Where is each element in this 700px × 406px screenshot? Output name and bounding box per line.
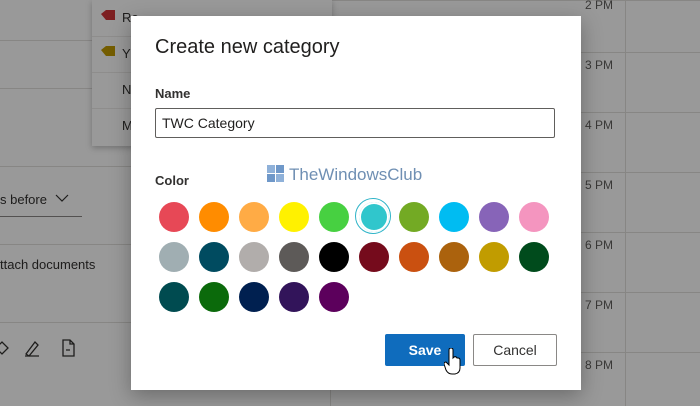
color-swatch[interactable] (239, 282, 269, 312)
color-swatch[interactable] (319, 282, 349, 312)
color-swatch[interactable] (319, 242, 349, 272)
color-swatch[interactable] (279, 282, 309, 312)
color-swatch[interactable] (159, 282, 189, 312)
name-label: Name (155, 86, 191, 101)
color-label: Color (155, 173, 189, 188)
color-swatch[interactable] (479, 242, 509, 272)
windows-logo-icon (267, 165, 285, 183)
category-name-input[interactable] (155, 108, 555, 138)
color-swatch[interactable] (399, 242, 429, 272)
dialog-title: Create new category (155, 36, 340, 58)
color-swatch[interactable] (279, 242, 309, 272)
cancel-button[interactable]: Cancel (473, 334, 557, 366)
color-swatch[interactable] (279, 202, 309, 232)
create-category-dialog: Create new category Name Color TheWindow… (131, 16, 581, 390)
watermark-text: TheWindowsClub (289, 165, 423, 184)
color-swatch[interactable] (159, 202, 189, 232)
color-swatch[interactable] (519, 202, 549, 232)
color-swatch[interactable] (199, 202, 229, 232)
color-swatch[interactable] (399, 202, 429, 232)
color-swatch[interactable] (239, 202, 269, 232)
color-swatch[interactable] (199, 242, 229, 272)
color-swatch[interactable] (519, 242, 549, 272)
color-swatch[interactable] (479, 202, 509, 232)
color-swatch[interactable] (439, 242, 469, 272)
color-swatch[interactable] (355, 198, 391, 234)
color-swatch[interactable] (159, 242, 189, 272)
color-swatch[interactable] (359, 242, 389, 272)
color-swatch[interactable] (239, 242, 269, 272)
color-swatch[interactable] (319, 202, 349, 232)
color-swatch[interactable] (199, 282, 229, 312)
hand-cursor-icon (443, 347, 462, 376)
color-swatch[interactable] (439, 202, 469, 232)
